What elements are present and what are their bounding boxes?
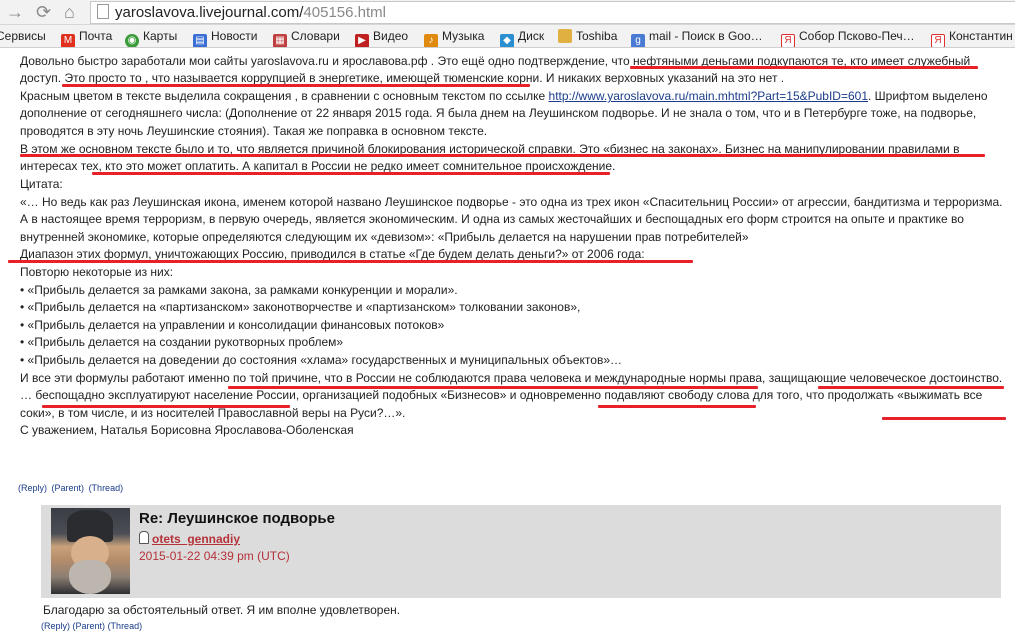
red-underline <box>8 260 693 263</box>
reply-user[interactable]: otets_gennadiy <box>139 531 240 546</box>
post-line: • «Прибыль делается на создании рукотвор… <box>20 335 344 349</box>
red-underline <box>818 386 1004 389</box>
red-underline <box>62 84 530 87</box>
bookmark-label: Собор Псково-Печ… <box>799 29 915 43</box>
red-underline <box>630 66 978 69</box>
red-underline <box>92 172 610 175</box>
bookmark-label: Словари <box>291 29 340 43</box>
post-line: И все эти формулы работают именно по той… <box>20 371 1003 385</box>
post-line-with-link: Красным цветом в тексте выделила сокраще… <box>20 87 988 105</box>
bookmark-label: mail - Поиск в Goo… <box>649 29 763 43</box>
post-line: проводятся в эту ночь Леушинские стояния… <box>20 124 488 138</box>
bookmark-label: Константин <box>949 29 1013 43</box>
bookmark-disk[interactable]: ◆ Диск <box>500 28 545 47</box>
post-line: • «Прибыль делается на «партизанском» за… <box>20 300 581 314</box>
red-underline <box>20 154 985 157</box>
disk-icon: ◆ <box>500 34 514 47</box>
bookmark-maps[interactable]: ◉ Карты <box>125 28 178 47</box>
post-line: дополнение от сегодняшнего числа: (Допол… <box>20 106 977 120</box>
user-icon <box>139 531 149 544</box>
music-icon: ♪ <box>424 34 438 47</box>
reply-link[interactable]: (Reply) <box>41 621 70 631</box>
post-line: А в настоящее время терроризм, в первую … <box>20 212 964 226</box>
reply-text: Благодарю за обстоятельный ответ. Я им в… <box>43 603 401 617</box>
bookmark-music[interactable]: ♪ Музыка <box>424 28 485 47</box>
parent-link[interactable]: (Parent) <box>73 621 106 631</box>
yandex-icon: Я <box>931 34 945 47</box>
forward-arrow-icon[interactable]: → <box>6 2 24 22</box>
thread-link[interactable]: (Thread) <box>108 621 143 631</box>
post-line-text: . Шрифтом выделено <box>868 89 988 103</box>
post-line: С уважением, Наталья Борисовна Ярославов… <box>20 423 354 437</box>
news-icon: ▤ <box>193 34 207 47</box>
bookmark-mail[interactable]: M Почта <box>61 28 113 47</box>
thread-link[interactable]: (Thread) <box>89 483 124 493</box>
reply-comment: Re: Леушинское подворье otets_gennadiy 2… <box>41 505 1001 598</box>
url-host: yaroslavova.livejournal.com/ <box>115 4 304 21</box>
avatar-beard <box>69 560 111 594</box>
post-line: Цитата: <box>20 177 63 191</box>
bookmark-sobor[interactable]: Я Собор Псково-Печ… <box>781 28 915 47</box>
reply-username[interactable]: otets_gennadiy <box>152 532 240 546</box>
bookmark-services[interactable]: Сервисы <box>0 28 46 44</box>
bookmark-toshiba[interactable]: Toshiba <box>558 28 617 44</box>
bookmark-google-search[interactable]: g mail - Поиск в Goo… <box>631 28 763 47</box>
red-underline <box>882 417 1006 420</box>
bookmark-label: Музыка <box>442 29 485 43</box>
home-icon[interactable]: ⌂ <box>64 2 75 22</box>
yandex-icon: Я <box>781 34 795 47</box>
parent-link[interactable]: (Parent) <box>52 483 85 493</box>
comment-links: (Reply) (Parent) (Thread) <box>18 483 125 493</box>
source-link[interactable]: http://www.yaroslavova.ru/main.mhtml?Par… <box>549 89 869 103</box>
bookmark-label: Диск <box>518 29 545 43</box>
bookmark-news[interactable]: ▤ Новости <box>193 28 258 47</box>
reply-link[interactable]: (Reply) <box>18 483 47 493</box>
reload-icon[interactable]: ⟳ <box>36 2 51 22</box>
url-path: 405156.html <box>303 4 386 21</box>
page-icon <box>97 4 109 19</box>
post-line-text: Красным цветом в тексте выделила сокраще… <box>20 89 549 103</box>
post-line: • «Прибыль делается на управлении и конс… <box>20 318 445 332</box>
post-line: • «Прибыль делается на доведении до сост… <box>20 353 623 367</box>
post-line: «… Но ведь как раз Леушинская икона, име… <box>20 195 1003 209</box>
folder-icon <box>558 29 572 43</box>
mail-icon: M <box>61 34 75 47</box>
post-line: внутренней экономике, которые определяют… <box>20 230 749 244</box>
red-underline <box>228 386 758 389</box>
avatar[interactable] <box>51 508 130 594</box>
bookmark-konstantin[interactable]: Я Константин <box>931 28 1013 47</box>
video-icon: ▶ <box>355 34 369 47</box>
bookmark-label: Сервисы <box>0 29 46 43</box>
bookmarks-bar: Сервисы M Почта ◉ Карты ▤ Новости ▦ Словари … <box>0 25 1015 48</box>
google-icon: g <box>631 34 645 47</box>
bookmark-label: Новости <box>211 29 258 43</box>
bookmark-label: Почта <box>79 29 113 43</box>
reply-title: Re: Леушинское подворье <box>139 510 335 527</box>
maps-icon: ◉ <box>125 34 139 47</box>
reply-date[interactable]: 2015-01-22 04:39 pm (UTC) <box>139 549 290 563</box>
bookmark-video[interactable]: ▶ Видео <box>355 28 409 47</box>
bookmark-dictionary[interactable]: ▦ Словари <box>273 28 340 47</box>
red-underline <box>598 405 756 408</box>
post-line: • «Прибыль делается за рамками закона, з… <box>20 283 458 297</box>
bookmark-label: Видео <box>373 29 409 43</box>
post-line: Повторю некоторые из них: <box>20 265 174 279</box>
bookmark-label: Toshiba <box>576 29 618 43</box>
red-underline <box>42 405 290 408</box>
address-bar[interactable]: yaroslavova.livejournal.com/405156.html <box>90 1 1015 24</box>
reply-comment-links: (Reply) (Parent) (Thread) <box>41 621 142 631</box>
dictionary-icon: ▦ <box>273 34 287 47</box>
bookmark-label: Карты <box>143 29 178 43</box>
browser-toolbar: → ⟳ ⌂ yaroslavova.livejournal.com/405156… <box>0 0 1015 25</box>
